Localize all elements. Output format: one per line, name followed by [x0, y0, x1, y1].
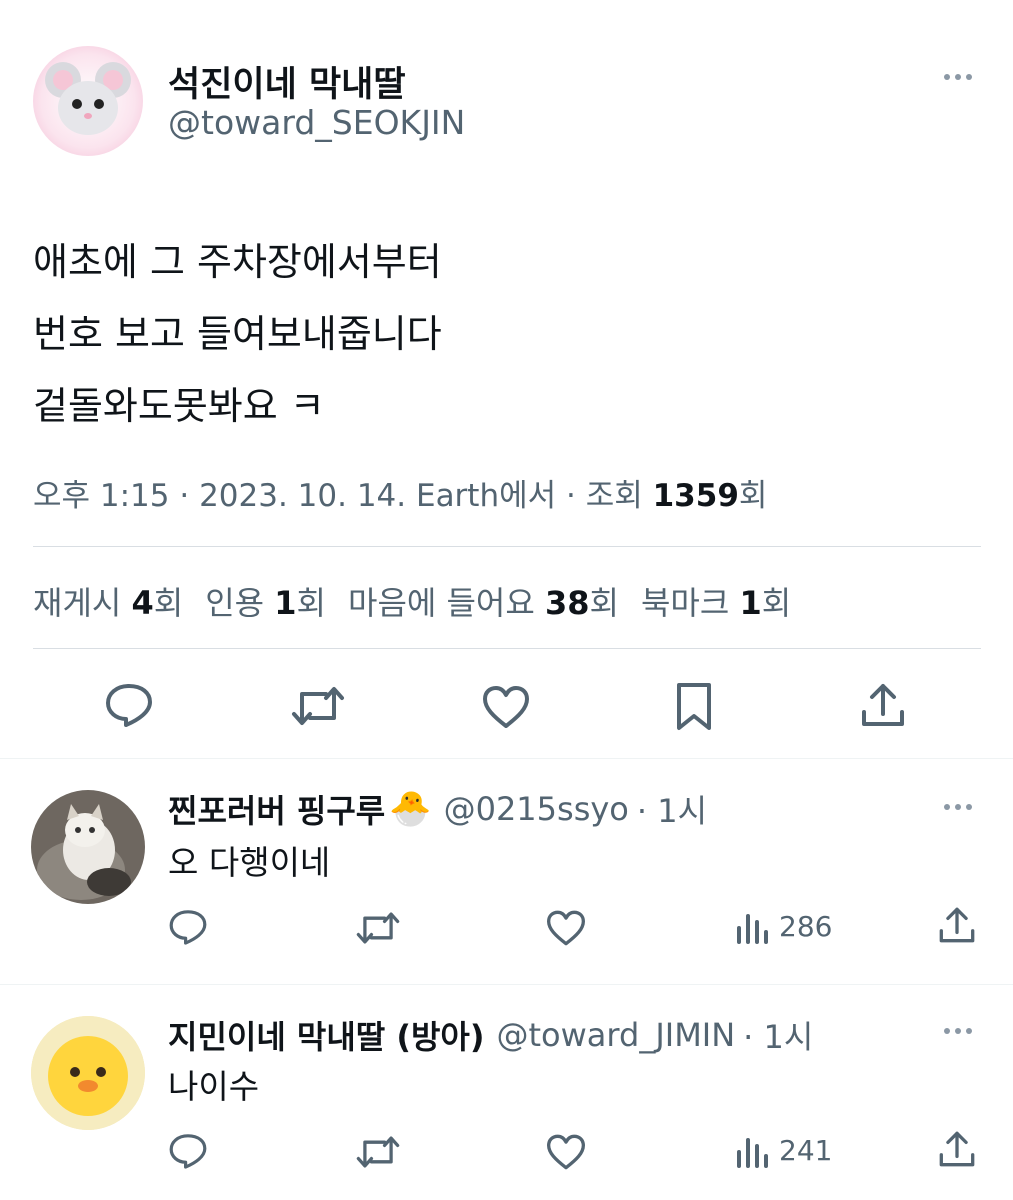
reply-icon	[106, 684, 152, 727]
views-button[interactable]: 286	[735, 908, 832, 944]
reply-time[interactable]: · 1시	[637, 786, 707, 832]
retweet-icon	[292, 687, 344, 725]
reply-text: 나이수	[168, 1067, 260, 1106]
divider	[0, 984, 1013, 985]
heart-icon	[547, 1134, 585, 1170]
reply-icon	[169, 1134, 207, 1169]
reply-icon	[169, 910, 207, 945]
retweet-icon	[356, 912, 400, 944]
tweet-meta: 오후 1:15 · 2023. 10. 14. Earth에서 · 조회 135…	[33, 470, 767, 515]
reply-view-count: 286	[779, 909, 833, 943]
stat-suffix: 회	[761, 584, 792, 622]
share-button[interactable]	[938, 906, 976, 944]
reply-header: 지민이네 막내딸 (방아) @toward_JIMIN · 1시	[168, 1012, 813, 1058]
stat-label: 북마크	[640, 584, 740, 622]
stat-quotes[interactable]: 인용 1회	[205, 578, 326, 624]
divider	[33, 648, 981, 649]
share-icon	[939, 1131, 975, 1167]
view-count: 1359	[652, 478, 739, 514]
tweet-timestamp: 오후 1:15 · 2023. 10. 14. Earth에서 · 조회	[33, 478, 653, 514]
divider	[0, 758, 1013, 759]
stat-suffix: 회	[153, 584, 184, 622]
more-icon[interactable]	[944, 804, 972, 810]
tweet-text-line: 겉돌와도못봐요 ㅋ	[33, 384, 325, 428]
views-icon	[737, 1138, 768, 1168]
more-icon[interactable]	[944, 74, 972, 80]
stat-likes[interactable]: 마음에 들어요 38회	[348, 578, 619, 624]
stat-label: 마음에 들어요	[348, 584, 545, 622]
bookmark-button[interactable]	[674, 682, 714, 732]
kitten-avatar-icon	[31, 790, 145, 904]
stat-value: 1	[274, 584, 297, 622]
mouse-avatar-icon	[45, 62, 131, 135]
retweet-button[interactable]	[355, 1134, 401, 1170]
retweet-icon	[356, 1136, 400, 1168]
divider	[33, 546, 981, 547]
like-button[interactable]	[545, 909, 587, 947]
tweet-text-line: 번호 보고 들여보내줍니다	[33, 312, 442, 356]
more-icon[interactable]	[944, 1028, 972, 1034]
chick-avatar-icon	[31, 1016, 145, 1130]
stat-bookmarks[interactable]: 북마크 1회	[641, 578, 791, 624]
reply-button[interactable]	[168, 908, 208, 946]
reply-avatar[interactable]	[31, 790, 145, 904]
retweet-button[interactable]	[290, 684, 346, 728]
stat-suffix: 회	[589, 584, 619, 622]
reply-button[interactable]	[104, 682, 154, 728]
retweet-button[interactable]	[355, 910, 401, 946]
like-button[interactable]	[481, 684, 531, 730]
stat-value: 4	[131, 584, 154, 622]
like-button[interactable]	[545, 1133, 587, 1171]
reply-avatar[interactable]	[31, 1016, 145, 1130]
avatar[interactable]	[33, 46, 143, 156]
stat-label: 인용	[205, 584, 275, 622]
stat-value: 1	[739, 584, 762, 622]
share-icon	[862, 684, 904, 726]
tweet-text: 애초에 그 주차장에서부터번호 보고 들여보내줍니다겉돌와도못봐요 ㅋ	[33, 226, 442, 442]
display-name[interactable]: 석진이네 막내딸	[168, 56, 406, 107]
stat-reposts[interactable]: 재게시 4회	[33, 578, 183, 624]
bookmark-icon	[677, 683, 711, 730]
share-icon	[939, 907, 975, 943]
heart-icon	[547, 910, 585, 946]
user-handle[interactable]: @toward_SEOKJIN	[168, 103, 465, 142]
reply-text: 오 다행이네	[168, 843, 331, 882]
reply-header: 찐포러버 핑구루 🐣 @0215ssyo · 1시	[168, 786, 707, 832]
views-icon	[737, 914, 768, 944]
share-button[interactable]	[860, 682, 906, 728]
reply-view-count: 241	[779, 1133, 833, 1167]
heart-icon	[483, 686, 529, 728]
stat-suffix: 회	[296, 584, 326, 622]
tweet-text-line: 애초에 그 주차장에서부터	[33, 240, 442, 284]
reply-display-name[interactable]: 찐포러버 핑구루	[168, 786, 385, 832]
engagement-stats: 재게시 4회 인용 1회 마음에 들어요 38회 북마크 1회	[33, 578, 791, 624]
stat-value: 38	[544, 584, 590, 622]
reply-display-name[interactable]: 지민이네 막내딸 (방아)	[168, 1012, 485, 1058]
reply-time[interactable]: · 1시	[743, 1012, 813, 1058]
reply-handle[interactable]: @toward_JIMIN	[497, 1016, 736, 1054]
view-count-suffix: 회	[738, 478, 768, 514]
share-button[interactable]	[938, 1130, 976, 1168]
stat-label: 재게시	[33, 584, 132, 622]
hatching-chick-emoji: 🐣	[389, 789, 432, 829]
views-button[interactable]: 241	[735, 1132, 832, 1168]
reply-button[interactable]	[168, 1132, 208, 1170]
reply-handle[interactable]: @0215ssyo	[444, 790, 629, 828]
